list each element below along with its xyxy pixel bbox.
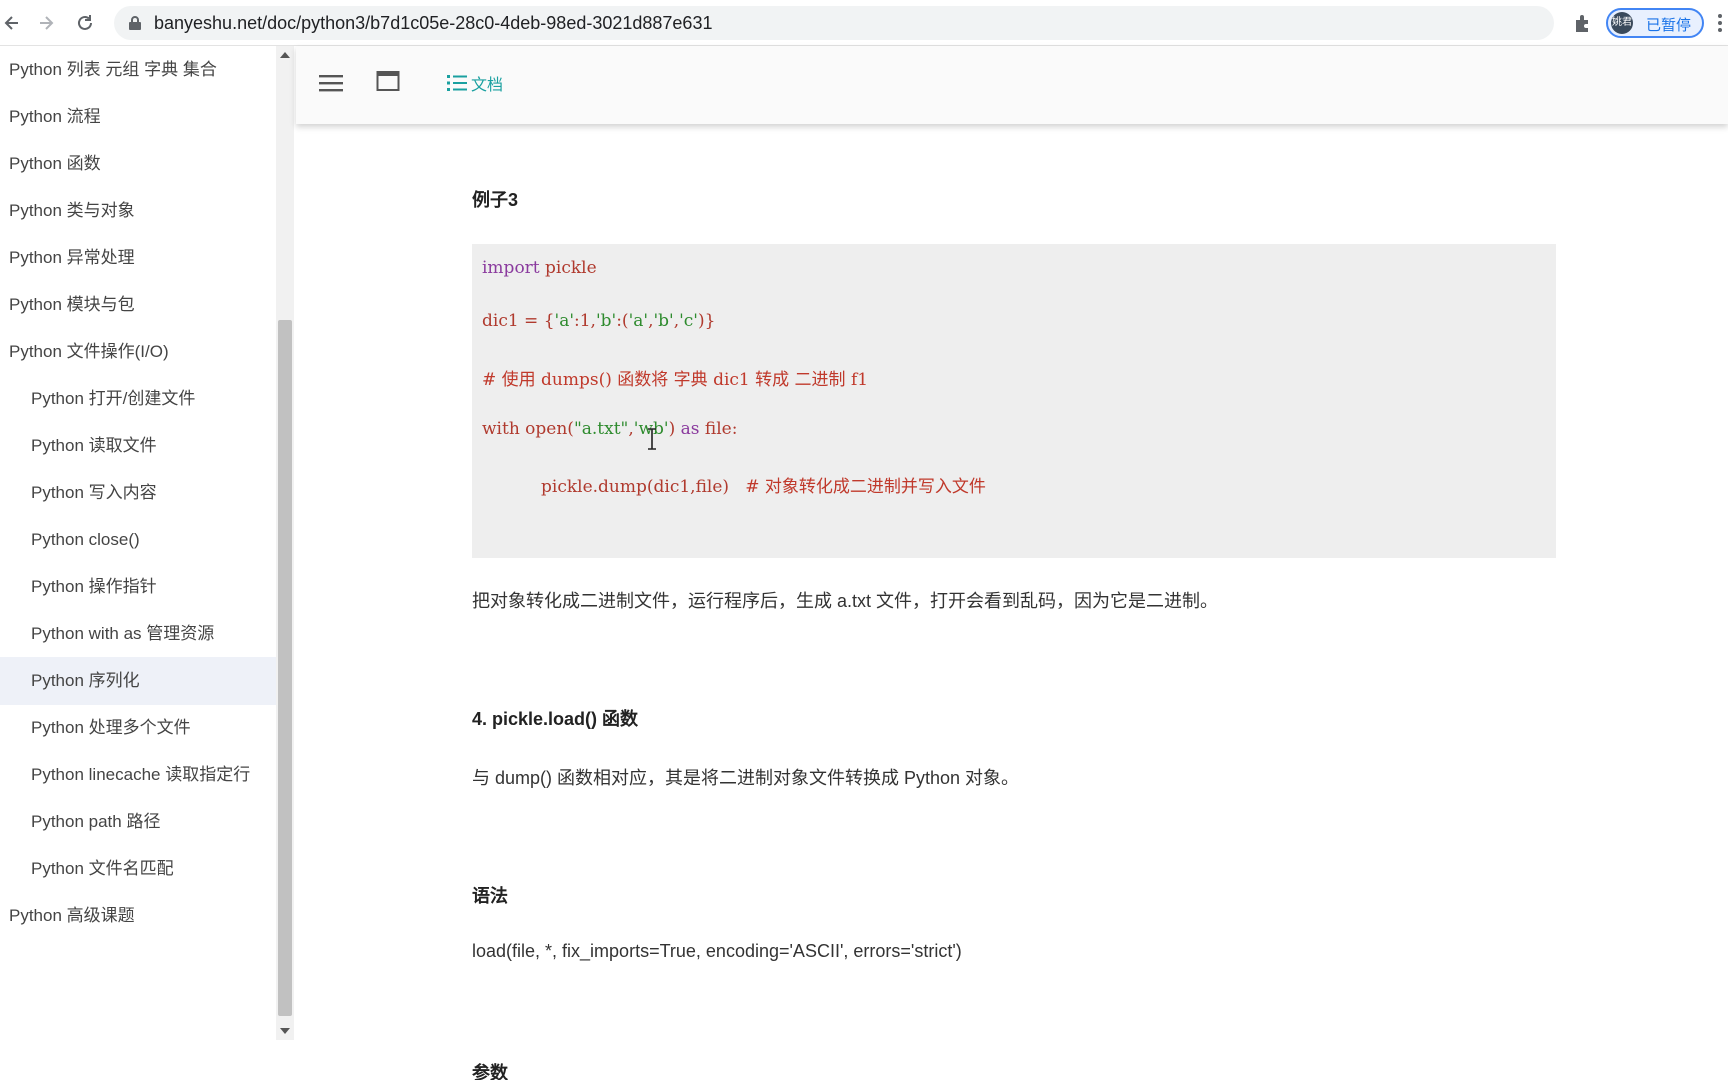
browser-menu-icon[interactable]: [1716, 12, 1724, 34]
sidebar-item-read-file[interactable]: Python 读取文件: [0, 422, 276, 470]
sidebar-item-exceptions[interactable]: Python 异常处理: [0, 234, 276, 282]
code-block: import pickle dic1 = {'a':1,'b':('a','b'…: [472, 244, 1556, 558]
code-line-4: with open("a.txt",'wb') as file:: [482, 419, 738, 439]
sidebar-item-file-pointer[interactable]: Python 操作指针: [0, 563, 276, 611]
scroll-up-arrow-icon[interactable]: [280, 52, 290, 58]
syntax-heading: 语法: [472, 886, 508, 906]
forward-icon[interactable]: [34, 11, 58, 35]
params-heading: 参数: [472, 1063, 508, 1080]
sidebar-item-path[interactable]: Python path 路径: [0, 798, 276, 846]
sidebar-item-modules[interactable]: Python 模块与包: [0, 281, 276, 329]
code-line-3-comment: # 使用 dumps() 函数将 字典 dic1 转成 二进制 f1: [482, 370, 869, 390]
address-bar[interactable]: banyeshu.net/doc/python3/b7d1c05e-28c0-4…: [114, 6, 1656, 40]
sidebar-item-linecache[interactable]: Python linecache 读取指定行: [0, 751, 276, 799]
code-line-5: pickle.dump(dic1,file) # 对象转化成二进制并写入文件: [541, 477, 986, 497]
sidebar: Python 列表 元组 字典 集合 Python 流程 Python 函数 P…: [0, 46, 276, 1040]
text-cursor-icon: [648, 428, 656, 450]
profile-button[interactable]: 姚君 已暂停: [1606, 8, 1704, 38]
code-line-1: import pickle: [482, 258, 597, 278]
list-icon: [447, 75, 467, 91]
url-text[interactable]: banyeshu.net/doc/python3/b7d1c05e-28c0-4…: [154, 13, 712, 34]
sidebar-item-filename-match[interactable]: Python 文件名匹配: [0, 845, 276, 893]
sidebar-scrollbar[interactable]: [276, 46, 294, 1040]
doc-toc-button[interactable]: 文档: [446, 70, 503, 96]
content-toolbar: 文档: [296, 46, 1728, 124]
sidebar-item-with-as[interactable]: Python with as 管理资源: [0, 610, 276, 658]
sidebar-item-advanced[interactable]: Python 高级课题: [0, 892, 276, 940]
sidebar-item-flow[interactable]: Python 流程: [0, 93, 276, 141]
sidebar-item-functions[interactable]: Python 函数: [0, 140, 276, 188]
code-line-2: dic1 = {'a':1,'b':('a','b','c')}: [482, 311, 716, 331]
sidebar-item-multiple-files[interactable]: Python 处理多个文件: [0, 704, 276, 752]
doc-label: 文档: [471, 77, 504, 94]
syntax-signature: load(file, *, fix_imports=True, encoding…: [472, 941, 962, 961]
browser-toolbar: banyeshu.net/doc/python3/b7d1c05e-28c0-4…: [0, 0, 1728, 46]
reload-icon[interactable]: [73, 11, 97, 35]
sidebar-item-open-file[interactable]: Python 打开/创建文件: [0, 375, 276, 423]
sidebar-item-list-tuple-dict-set[interactable]: Python 列表 元组 字典 集合: [0, 46, 276, 94]
sidebar-item-close[interactable]: Python close(): [0, 516, 276, 564]
profile-status-label: 已暂停: [1646, 17, 1692, 34]
avatar: 姚君: [1611, 12, 1633, 34]
sidebar-item-write-content[interactable]: Python 写入内容: [0, 469, 276, 517]
sidebar-item-classes[interactable]: Python 类与对象: [0, 187, 276, 235]
sidebar-item-file-io[interactable]: Python 文件操作(I/O): [0, 328, 276, 376]
back-icon[interactable]: [0, 11, 24, 35]
scrollbar-thumb[interactable]: [278, 320, 292, 1016]
extensions-puzzle-icon[interactable]: [1572, 12, 1594, 34]
sidebar-item-serialization[interactable]: Python 序列化: [0, 657, 276, 705]
lock-icon[interactable]: [128, 15, 142, 31]
scroll-down-arrow-icon[interactable]: [280, 1028, 290, 1034]
section-heading-pickle-load: 4. pickle.load() 函数: [472, 709, 639, 729]
paragraph-binary-file: 把对象转化成二进制文件，运行程序后，生成 a.txt 文件，打开会看到乱码，因为…: [472, 591, 1219, 611]
window-toggle-icon[interactable]: [376, 70, 400, 92]
hamburger-menu-icon[interactable]: [318, 72, 344, 94]
example-heading: 例子3: [472, 190, 519, 210]
paragraph-load-desc: 与 dump() 函数相对应，其是将二进制对象文件转换成 Python 对象。: [472, 768, 1020, 788]
